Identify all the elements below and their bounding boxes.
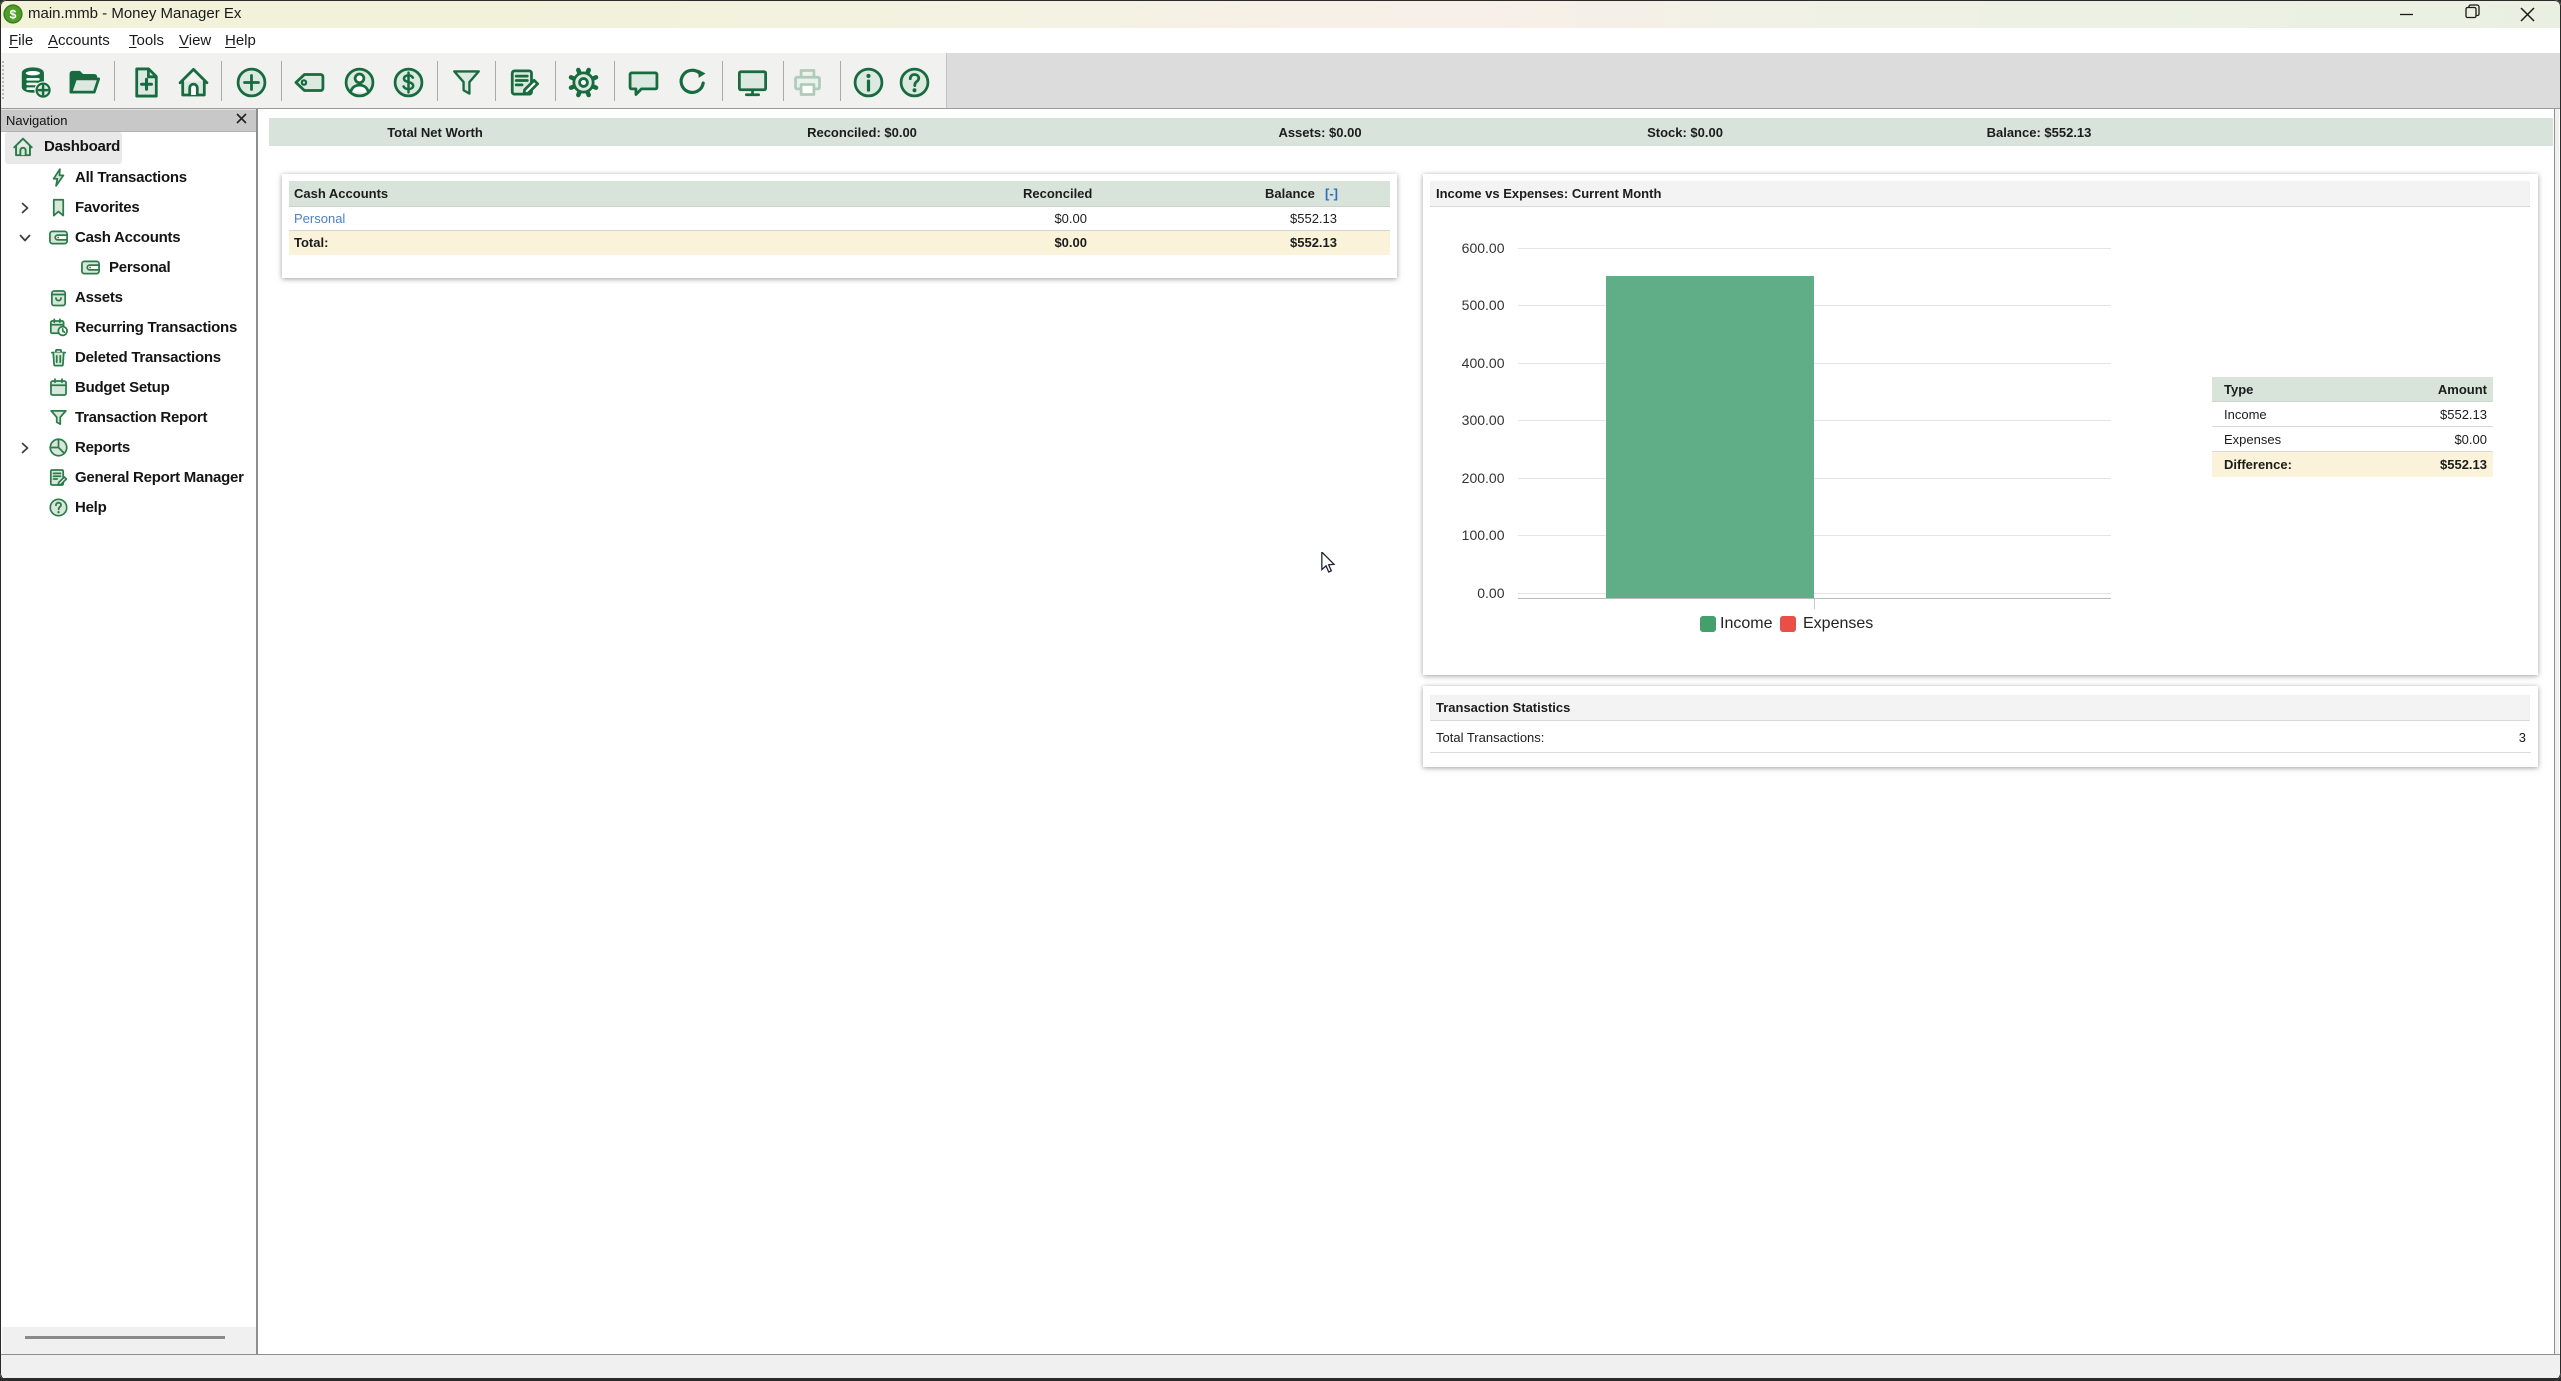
svg-text:$: $ [10, 7, 17, 21]
